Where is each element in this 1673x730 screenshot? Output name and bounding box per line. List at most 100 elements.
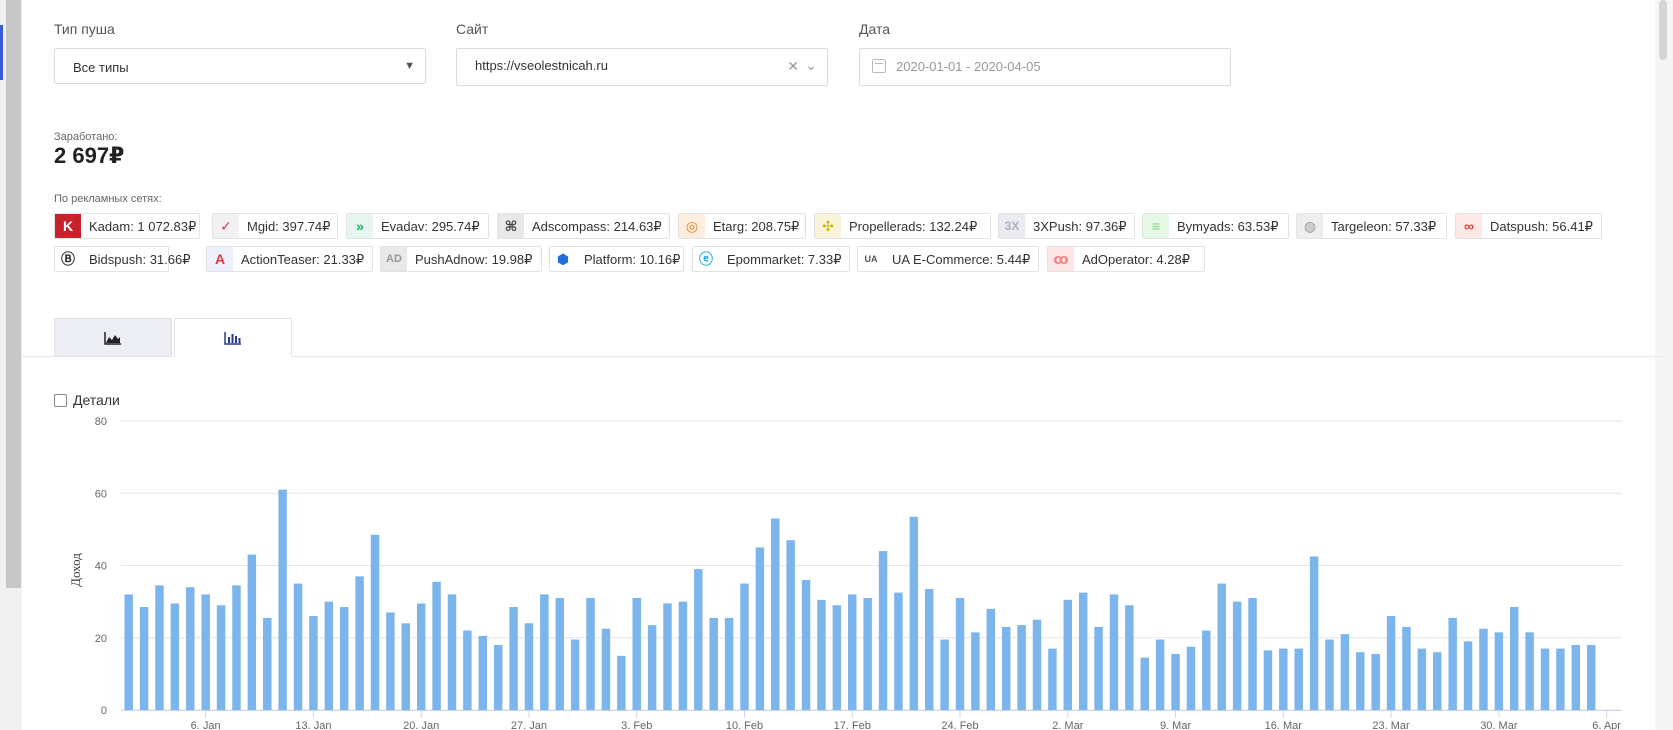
chart-bar[interactable]	[1140, 657, 1149, 710]
chart-bar[interactable]	[647, 625, 657, 710]
chart-bar[interactable]	[1494, 632, 1504, 710]
chart-bar[interactable]	[971, 632, 980, 710]
chart-bar[interactable]	[1217, 583, 1226, 710]
chart-bar[interactable]	[786, 540, 795, 710]
network-chip-bidspush[interactable]: Ⓑ Bidspush: 31.66₽	[54, 246, 191, 272]
chart-bar[interactable]	[878, 551, 888, 710]
chart-bar[interactable]	[709, 617, 718, 710]
network-chip-etarg[interactable]: ◎ Etarg: 208.75₽	[678, 213, 806, 239]
chart-bar[interactable]	[1279, 648, 1288, 710]
chart-bar[interactable]	[955, 598, 965, 710]
chart-bar[interactable]	[663, 603, 672, 710]
network-chip-mgid[interactable]: ✓ Mgid: 397.74₽	[212, 213, 338, 239]
chart-bar[interactable]	[601, 628, 611, 710]
chart-bar[interactable]	[1325, 639, 1334, 710]
chart-bar[interactable]	[909, 516, 919, 710]
chart-bar[interactable]	[432, 581, 441, 710]
network-chip-targeleon[interactable]: ◍ Targeleon: 57.33₽	[1296, 213, 1447, 239]
network-chip-propellerads[interactable]: ✣ Propellerads: 132.24₽	[814, 213, 991, 239]
left-scrollbar[interactable]	[6, 0, 21, 588]
chart-bar[interactable]	[1586, 644, 1596, 710]
chart-bar[interactable]	[1155, 639, 1165, 710]
tab-area-chart[interactable]	[54, 318, 172, 357]
chart-bar[interactable]	[1248, 598, 1257, 710]
chart-bar[interactable]	[124, 594, 133, 710]
chart-bar[interactable]	[339, 607, 349, 710]
chart-bar[interactable]	[201, 594, 210, 710]
chart-bar[interactable]	[848, 594, 857, 710]
chart-bar[interactable]	[401, 623, 411, 710]
chart-bar[interactable]	[493, 644, 503, 710]
chart-bar[interactable]	[278, 489, 287, 710]
chart-bar[interactable]	[570, 639, 580, 710]
chart-bar[interactable]	[1063, 599, 1073, 710]
page-scrollbar-thumb[interactable]	[1659, 0, 1667, 60]
chart-bar[interactable]	[1186, 646, 1196, 710]
chart-bar[interactable]	[832, 605, 842, 710]
chart-bar[interactable]	[478, 635, 488, 710]
chart-bar[interactable]	[863, 598, 872, 710]
chart-bar[interactable]	[1386, 616, 1396, 710]
network-chip-adscompass[interactable]: ⌘ Adscompass: 214.63₽	[497, 213, 670, 239]
chart-bar[interactable]	[1571, 644, 1581, 710]
chart-bar[interactable]	[694, 569, 703, 710]
chart-bar[interactable]	[1294, 648, 1303, 710]
chart-bar[interactable]	[324, 601, 334, 711]
chart-bar[interactable]	[1001, 626, 1011, 710]
network-chip-datspush[interactable]: ∞ Datspush: 56.41₽	[1455, 213, 1602, 239]
chart-bar[interactable]	[247, 554, 257, 710]
network-chip-kadam[interactable]: K Kadam: 1 072.83₽	[54, 213, 200, 239]
chart-bar[interactable]	[1017, 625, 1026, 710]
chart-bar[interactable]	[524, 623, 534, 710]
chart-bar[interactable]	[1556, 648, 1565, 710]
chart-bar[interactable]	[1340, 634, 1350, 710]
chart-bar[interactable]	[586, 598, 595, 710]
chart-bar[interactable]	[1479, 628, 1488, 710]
network-chip-platform[interactable]: ⬢ Platform: 10.16₽	[549, 246, 684, 272]
chart-bar[interactable]	[370, 534, 380, 710]
chart-bar[interactable]	[1232, 601, 1242, 711]
network-chip-ua-ecommerce[interactable]: UA UA E-Commerce: 5.44₽	[857, 246, 1039, 272]
chart-bar[interactable]	[540, 594, 549, 710]
chart-bar[interactable]	[463, 630, 472, 710]
chart-bar[interactable]	[447, 594, 457, 710]
network-chip-epommarket[interactable]: ⓔ Epommarket: 7.33₽	[692, 246, 850, 272]
chart-bar[interactable]	[155, 585, 164, 710]
chart-bar[interactable]	[170, 603, 180, 710]
chart-bar[interactable]	[509, 607, 518, 710]
chart-bar[interactable]	[740, 583, 749, 710]
date-range-input[interactable]: 2020-01-01 - 2020-04-05	[859, 48, 1231, 86]
chart-bar[interactable]	[1094, 626, 1103, 710]
chart-bar[interactable]	[940, 639, 949, 710]
chart-bar[interactable]	[1309, 556, 1319, 710]
chart-bar[interactable]	[801, 579, 811, 710]
chart-bar[interactable]	[894, 592, 903, 710]
chart-bar[interactable]	[1078, 592, 1088, 710]
chart-bar[interactable]	[263, 617, 272, 710]
chart-bar[interactable]	[1125, 605, 1134, 710]
chart-bar[interactable]	[139, 607, 149, 710]
tab-bar-chart[interactable]	[174, 318, 292, 357]
network-chip-actionteaser[interactable]: A ActionTeaser: 21.33₽	[206, 246, 373, 272]
chart-bar[interactable]	[1356, 652, 1365, 710]
site-select[interactable]: https://vseolestnicah.ru ✕ ⌄	[456, 48, 828, 86]
chart-bar[interactable]	[1109, 594, 1119, 710]
chart-bar[interactable]	[232, 585, 241, 710]
chart-bar[interactable]	[355, 576, 364, 710]
chart-bar[interactable]	[1525, 632, 1534, 710]
chart-bar[interactable]	[1371, 654, 1380, 710]
network-chip-bymyads[interactable]: ≡ Bymyads: 63.53₽	[1142, 213, 1289, 239]
chart-bar[interactable]	[1463, 641, 1473, 710]
chart-bar[interactable]	[1433, 652, 1442, 710]
chart-bar[interactable]	[817, 599, 826, 710]
chart-bar[interactable]	[555, 598, 564, 710]
chart-bar[interactable]	[1032, 619, 1042, 710]
chart-bar[interactable]	[1402, 626, 1411, 710]
push-type-select[interactable]: Все типы ▼	[54, 48, 426, 84]
chart-bar[interactable]	[755, 547, 765, 710]
chart-bar[interactable]	[1540, 648, 1550, 710]
chart-bar[interactable]	[925, 588, 934, 710]
chart-bar[interactable]	[771, 518, 780, 710]
chevron-down-icon[interactable]: ⌄	[805, 57, 817, 74]
chart-bar[interactable]	[1417, 648, 1427, 710]
